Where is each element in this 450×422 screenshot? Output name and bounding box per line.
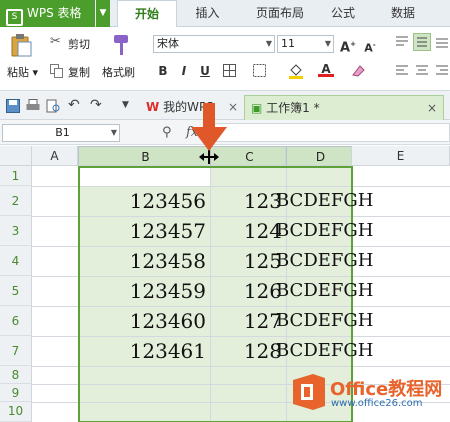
customize-quick-access-icon[interactable]: ▼ xyxy=(122,100,129,110)
row-header[interactable]: 3 xyxy=(0,216,32,246)
paste-label: 粘贴 xyxy=(7,66,29,79)
cell-c2[interactable]: 123 xyxy=(212,186,284,216)
chevron-down-icon: ▼ xyxy=(324,39,331,48)
cell-c3[interactable]: 124 xyxy=(212,216,284,246)
doc-tab-workbook[interactable]: ▣ 工作簿1 * × xyxy=(244,95,444,120)
cell-d7[interactable]: BCDEFGH xyxy=(276,336,373,366)
watermark-url: www.office26.com xyxy=(331,398,423,409)
scissors-icon[interactable]: ✂ xyxy=(50,35,64,49)
zoom-icon[interactable]: ⚲ xyxy=(162,125,172,140)
tab-formulas[interactable]: 公式 xyxy=(318,0,368,27)
decrease-font-icon[interactable]: A- xyxy=(362,36,378,55)
align-middle-icon[interactable] xyxy=(413,33,431,51)
cell-b3[interactable]: 123457 xyxy=(80,216,208,246)
cell-c4[interactable]: 125 xyxy=(212,246,284,276)
italic-button[interactable]: I xyxy=(176,62,192,80)
select-all-corner[interactable] xyxy=(0,146,32,166)
cell-c7[interactable]: 128 xyxy=(212,336,284,366)
spreadsheet-icon: ▣ xyxy=(251,101,263,115)
cell-b4[interactable]: 123458 xyxy=(80,246,208,276)
formula-input[interactable] xyxy=(206,123,450,142)
font-name-select[interactable]: 宋体 ▼ xyxy=(153,35,275,53)
print-icon[interactable] xyxy=(26,99,40,113)
align-bottom-icon[interactable] xyxy=(434,35,450,49)
office-logo-icon xyxy=(289,372,329,412)
doc-tab-label: 工作簿1 * xyxy=(266,101,320,115)
undo-icon[interactable]: ↶ xyxy=(68,97,80,113)
row-header[interactable]: 1 xyxy=(0,166,32,186)
wps-w-icon: W xyxy=(146,100,160,114)
borders-icon[interactable] xyxy=(222,63,238,79)
cell-b7[interactable]: 123461 xyxy=(80,336,208,366)
font-name-value: 宋体 xyxy=(157,37,179,50)
cut-button[interactable]: 剪切 xyxy=(68,36,90,52)
row-header[interactable]: 4 xyxy=(0,246,32,276)
redo-icon[interactable]: ↷ xyxy=(90,97,102,113)
copy-icon[interactable] xyxy=(50,64,63,78)
merge-cells-icon[interactable] xyxy=(252,63,268,79)
annotation-arrow-icon xyxy=(188,103,230,153)
row-header[interactable]: 9 xyxy=(0,384,32,402)
name-box-value: B1 xyxy=(55,126,70,139)
increase-font-icon[interactable]: A+ xyxy=(340,35,356,55)
cell-d6[interactable]: BCDEFGH xyxy=(276,306,373,336)
column-header-e[interactable]: E xyxy=(352,146,450,166)
close-icon[interactable]: × xyxy=(427,96,437,120)
paste-button[interactable]: 粘贴 ▾ xyxy=(7,64,38,80)
row-header[interactable]: 6 xyxy=(0,306,32,336)
tab-start[interactable]: 开始 xyxy=(117,0,177,27)
chevron-down-icon: ▼ xyxy=(110,128,117,137)
cell-d5[interactable]: BCDEFGH xyxy=(276,276,373,306)
tab-data[interactable]: 数据 xyxy=(378,0,428,27)
cell-d3[interactable]: BCDEFGH xyxy=(276,216,373,246)
row-header[interactable]: 8 xyxy=(0,366,32,384)
cell-c6[interactable]: 127 xyxy=(212,306,284,336)
align-right-icon[interactable] xyxy=(434,64,450,78)
tab-insert[interactable]: 插入 xyxy=(180,0,235,27)
chevron-down-icon: ▼ xyxy=(265,39,272,48)
app-menu-button[interactable]: S WPS 表格 xyxy=(0,0,95,27)
cell-b6[interactable]: 123460 xyxy=(80,306,208,336)
bold-button[interactable]: B xyxy=(155,62,171,80)
font-size-value: 11 xyxy=(281,37,295,50)
cell-b2[interactable]: 123456 xyxy=(80,186,208,216)
tab-page-layout[interactable]: 页面布局 xyxy=(240,0,320,27)
underline-button[interactable]: U xyxy=(197,62,213,80)
app-name: WPS 表格 xyxy=(27,6,82,20)
fill-color-icon[interactable] xyxy=(288,62,304,80)
column-header-a[interactable]: A xyxy=(32,146,78,166)
font-size-select[interactable]: 11 ▼ xyxy=(277,35,334,53)
save-icon[interactable] xyxy=(6,99,20,113)
row-header[interactable]: 5 xyxy=(0,276,32,306)
name-box[interactable]: B1 ▼ xyxy=(2,124,120,142)
font-color-icon[interactable]: A xyxy=(318,62,334,80)
cell-b5[interactable]: 123459 xyxy=(80,276,208,306)
row-header[interactable]: 2 xyxy=(0,186,32,216)
format-painter-button[interactable]: 格式刷 xyxy=(102,64,135,80)
column-header-d[interactable]: D xyxy=(286,146,352,166)
app-menu-chevron-icon[interactable]: ▼ xyxy=(96,0,110,27)
wps-logo-icon: S xyxy=(6,9,23,26)
format-painter-icon[interactable] xyxy=(110,33,132,57)
cell-c5[interactable]: 126 xyxy=(212,276,284,306)
align-left-icon[interactable] xyxy=(394,64,410,78)
cell-d2[interactable]: BCDEFGH xyxy=(276,186,373,216)
row-header[interactable]: 10 xyxy=(0,402,32,422)
align-top-icon[interactable] xyxy=(394,35,410,49)
clear-format-icon[interactable] xyxy=(350,63,366,79)
align-center-icon[interactable] xyxy=(414,64,430,78)
copy-button[interactable]: 复制 xyxy=(68,64,90,80)
paste-icon[interactable] xyxy=(10,33,32,57)
print-preview-icon[interactable] xyxy=(46,99,60,113)
row-header[interactable]: 7 xyxy=(0,336,32,366)
cell-d4[interactable]: BCDEFGH xyxy=(276,246,373,276)
